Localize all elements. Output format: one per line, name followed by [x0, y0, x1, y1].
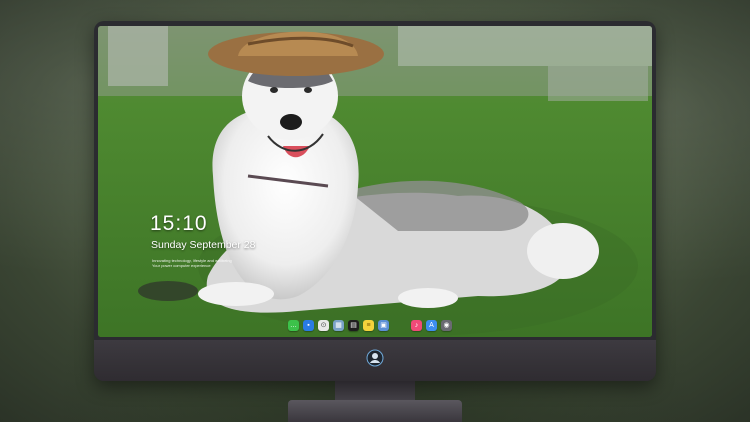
wallpaper-husky: [98, 26, 652, 337]
finder-icon[interactable]: ▪: [303, 319, 314, 331]
safari-icon[interactable]: ⊙: [318, 319, 329, 331]
preview-icon[interactable]: ▦: [333, 319, 344, 331]
brand-logo-icon: [366, 349, 384, 367]
clapper-icon[interactable]: ▤: [348, 319, 359, 331]
lock-note-line2: Your power computer experience: [152, 263, 211, 268]
camera-icon[interactable]: ◉: [441, 319, 452, 331]
monitor-stand-base: [288, 400, 462, 422]
lock-clock: 15:10: [150, 212, 208, 235]
lock-date: Sunday September 28: [151, 239, 256, 251]
dock: … ▪ ⊙ ▦ ▤ ≡ ▣ ♪ A ◉: [288, 317, 452, 333]
photos-icon[interactable]: ▣: [378, 319, 389, 331]
music-icon[interactable]: ♪: [411, 319, 422, 331]
notes-icon[interactable]: ≡: [363, 319, 374, 331]
app-store-icon[interactable]: A: [426, 319, 437, 331]
screen: 15:10 Sunday September 28 Innovating tec…: [98, 26, 652, 337]
messages-icon[interactable]: …: [288, 319, 299, 331]
